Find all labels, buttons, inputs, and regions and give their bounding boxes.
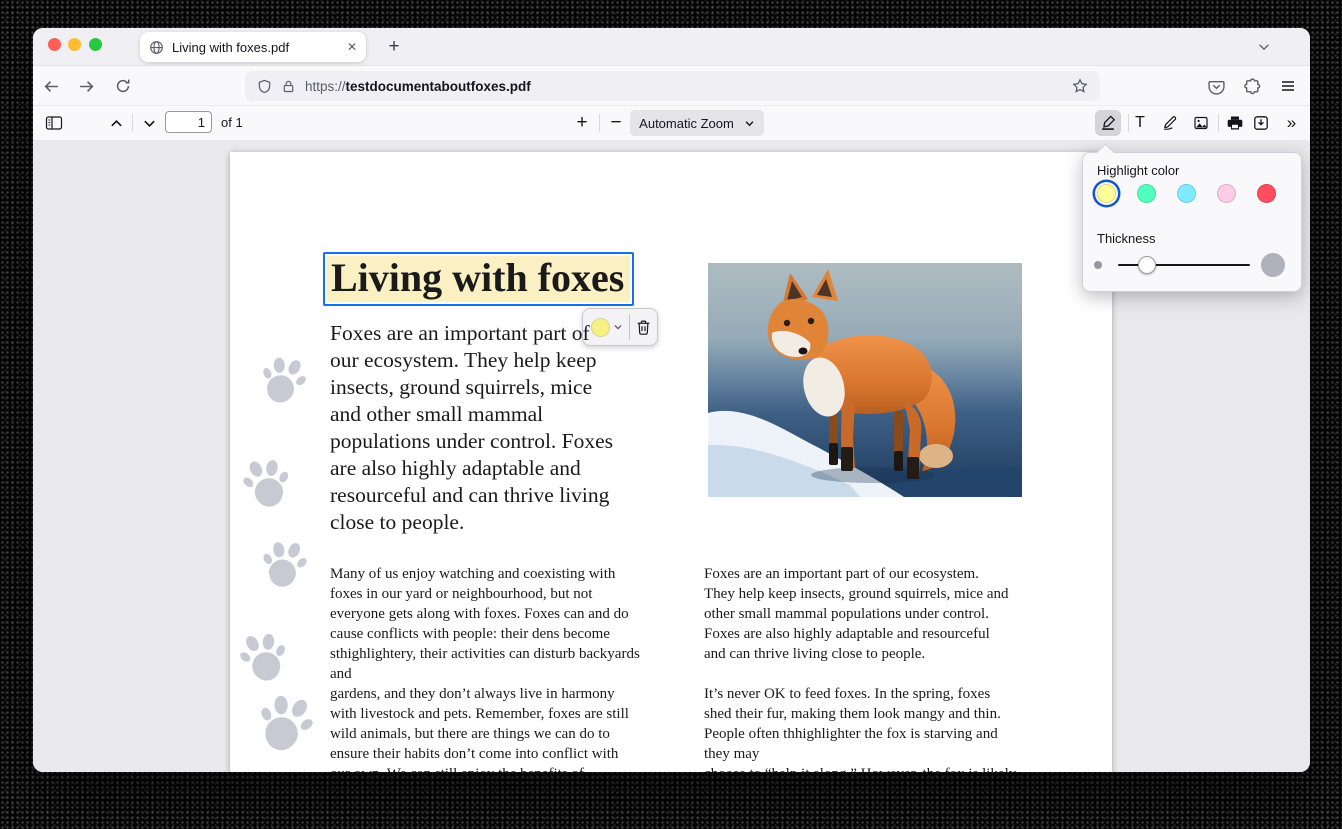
draw-tool-button[interactable]: [1157, 110, 1183, 136]
zoom-level-select[interactable]: Automatic Zoom: [630, 110, 764, 136]
fox-photo: [708, 263, 1022, 497]
thickness-slider-thumb[interactable]: [1138, 256, 1156, 274]
reload-button[interactable]: [108, 71, 138, 101]
pdf-toolbar: of 1 + − Automatic Zoom T: [33, 105, 1310, 141]
intro-paragraph: Foxes are an important part of our ecosy…: [330, 320, 690, 536]
paw-print-icon: [258, 537, 310, 592]
next-page-button[interactable]: [136, 110, 162, 136]
url-bar[interactable]: https://testdocumentaboutfoxes.pdf: [245, 71, 1100, 101]
paw-print-icon: [250, 687, 319, 759]
chevron-up-icon: [109, 116, 124, 131]
bookmark-star-icon[interactable]: [1072, 78, 1088, 94]
free-text-tool-button[interactable]: T: [1127, 110, 1153, 136]
browser-window: Living with foxes.pdf ✕ +: [33, 28, 1310, 772]
url-scheme: https://: [305, 79, 346, 94]
lock-icon[interactable]: [281, 79, 296, 94]
url-host: testdocumentaboutfoxes.pdf: [346, 79, 531, 94]
back-button[interactable]: [36, 71, 66, 101]
chevron-down-icon: [142, 116, 157, 131]
shield-icon[interactable]: [257, 79, 272, 94]
download-icon: [1253, 115, 1269, 131]
image-icon: [1193, 115, 1209, 131]
printer-icon: [1227, 115, 1243, 131]
traffic-light-zoom[interactable]: [89, 38, 102, 51]
list-all-tabs-button[interactable]: [1251, 36, 1277, 58]
save-button[interactable]: [1248, 110, 1274, 136]
previous-page-button[interactable]: [103, 110, 129, 136]
more-tools-button[interactable]: »: [1278, 110, 1304, 136]
zoom-select-label: Automatic Zoom: [639, 116, 734, 131]
color-swatch-pink[interactable]: [1217, 184, 1236, 203]
thickness-min-icon: [1094, 261, 1102, 269]
globe-icon: [149, 40, 164, 55]
chevron-down-icon: [1257, 40, 1271, 54]
thickness-max-icon: [1261, 253, 1285, 277]
paw-print-icon: [239, 454, 294, 512]
right-column-paragraph-2: It’s never OK to feed foxes. In the spri…: [704, 684, 1066, 772]
highlight-settings-panel: Highlight color Thickness: [1082, 152, 1302, 292]
zoom-in-button[interactable]: +: [569, 110, 595, 136]
zoom-out-button[interactable]: −: [603, 110, 629, 136]
url-text[interactable]: https://testdocumentaboutfoxes.pdf: [305, 79, 1063, 94]
forward-button[interactable]: [71, 71, 101, 101]
tab-title: Living with foxes.pdf: [172, 40, 339, 55]
color-swatch-green[interactable]: [1137, 184, 1156, 203]
tab-bar: Living with foxes.pdf ✕ +: [33, 28, 1310, 66]
pencil-icon: [1162, 115, 1178, 131]
highlight-color-swatches: [1097, 184, 1276, 203]
pocket-icon: [1208, 78, 1225, 95]
paw-print-icon: [236, 627, 293, 687]
sidebar-icon: [45, 115, 63, 131]
forward-arrow-icon: [78, 78, 95, 95]
tab-living-with-foxes[interactable]: Living with foxes.pdf ✕: [140, 32, 366, 62]
color-swatch-blue[interactable]: [1177, 184, 1196, 203]
tab-close-icon[interactable]: ✕: [347, 41, 357, 53]
highlighter-icon: [1100, 115, 1116, 131]
left-column-paragraph: Many of us enjoy watching and coexisting…: [330, 564, 692, 772]
app-menu-button[interactable]: [1273, 71, 1303, 101]
chevron-down-icon: [744, 118, 755, 129]
hamburger-menu-icon: [1280, 78, 1296, 94]
highlight-tool-button[interactable]: [1095, 110, 1121, 136]
traffic-light-close[interactable]: [48, 38, 61, 51]
print-button[interactable]: [1222, 110, 1248, 136]
reload-icon: [115, 78, 131, 94]
color-swatch-yellow[interactable]: [1097, 184, 1116, 203]
pocket-button[interactable]: [1201, 71, 1231, 101]
navigation-toolbar: https://testdocumentaboutfoxes.pdf: [33, 66, 1310, 105]
back-arrow-icon: [43, 78, 60, 95]
image-tool-button[interactable]: [1188, 110, 1214, 136]
selected-highlight-annotation[interactable]: Living with foxes: [323, 252, 634, 306]
color-swatch-red[interactable]: [1257, 184, 1276, 203]
document-title: Living with foxes: [327, 256, 630, 302]
new-tab-button[interactable]: +: [381, 34, 407, 60]
page-number-input[interactable]: [165, 111, 212, 133]
paw-print-icon: [255, 351, 311, 409]
extensions-button[interactable]: [1237, 71, 1267, 101]
puzzle-icon: [1244, 78, 1261, 95]
thickness-label: Thickness: [1097, 231, 1156, 246]
page-count-label: of 1: [221, 115, 243, 130]
right-column-paragraph-1: Foxes are an important part of our ecosy…: [704, 564, 1066, 664]
highlight-color-label: Highlight color: [1097, 163, 1179, 178]
pdf-page: Living with foxes Foxes are an: [230, 152, 1112, 772]
toggle-sidebar-button[interactable]: [41, 110, 67, 136]
traffic-light-minimize[interactable]: [68, 38, 81, 51]
